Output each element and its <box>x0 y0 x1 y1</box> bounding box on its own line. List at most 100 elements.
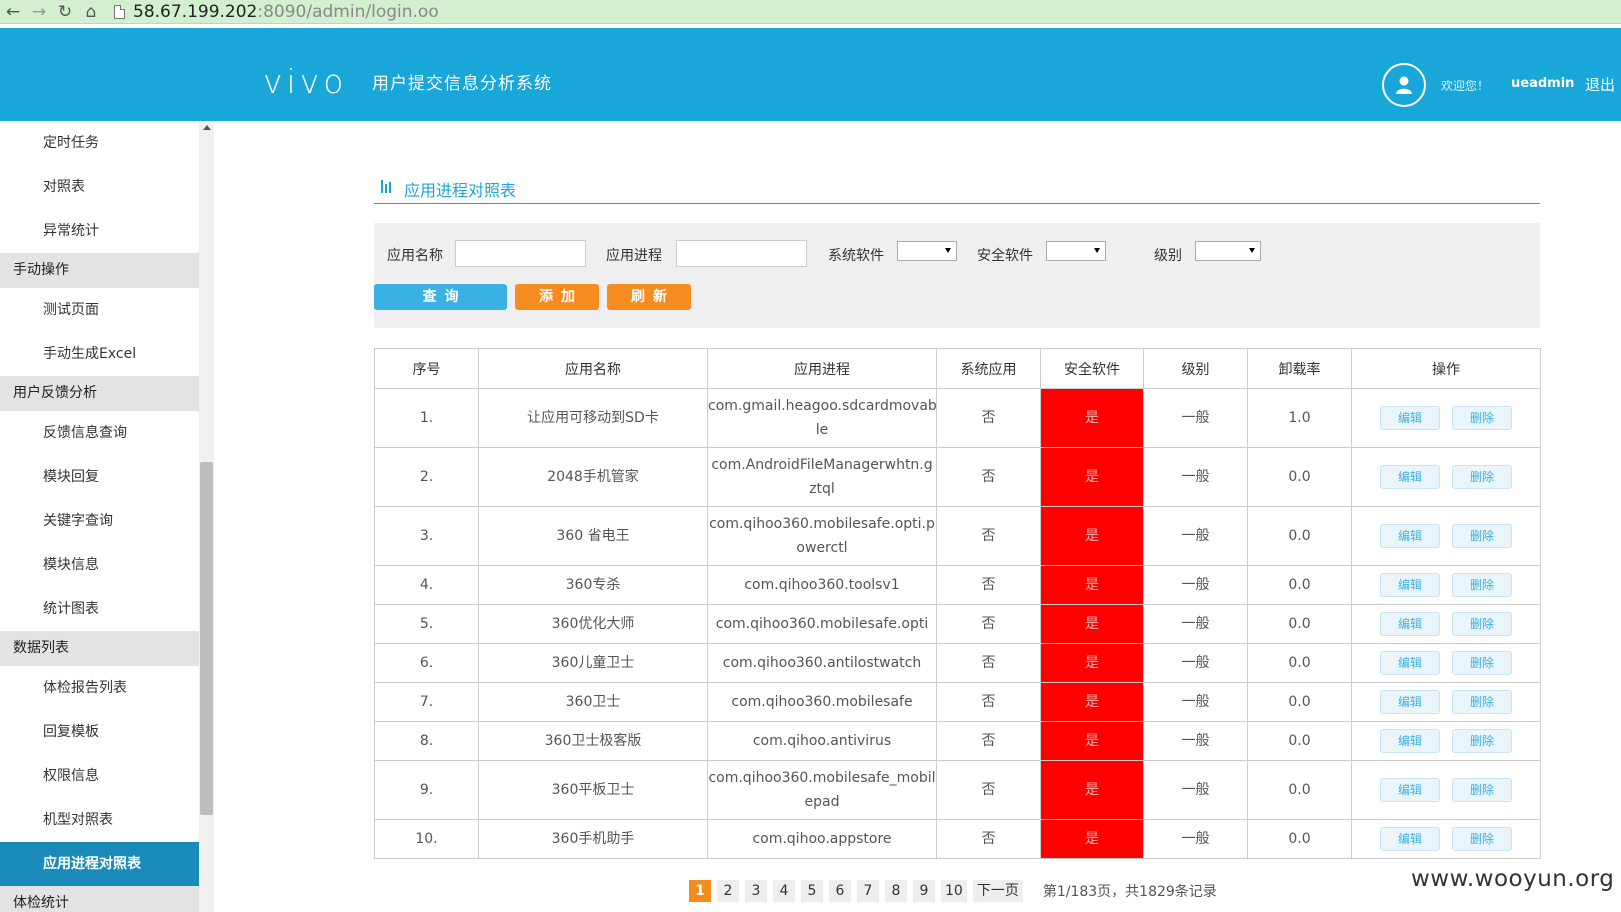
sidebar-item[interactable]: 模块信息 <box>0 543 199 587</box>
sidebar-group-header[interactable]: 数据列表 <box>0 631 199 666</box>
app-name-input[interactable] <box>455 240 586 267</box>
edit-button[interactable]: 编辑 <box>1380 524 1440 548</box>
scroll-thumb[interactable] <box>200 462 213 815</box>
sidebar-item[interactable]: 统计图表 <box>0 587 199 631</box>
section-header: 应用进程对照表 <box>374 174 1540 204</box>
address-bar[interactable]: 58.67.199.202:8090/admin/login.oo <box>114 0 439 24</box>
cell-level: 一般 <box>1143 721 1248 761</box>
sidebar-item[interactable]: 回复模板 <box>0 710 199 754</box>
cell-system: 否 <box>936 604 1041 644</box>
vivo-logo: vivo <box>263 62 348 101</box>
refresh-button[interactable]: 刷新 <box>607 284 691 310</box>
next-page-link[interactable]: 下一页 <box>972 880 1023 902</box>
page-2-link[interactable]: 2 <box>717 880 739 902</box>
edit-button[interactable]: 编辑 <box>1380 827 1440 851</box>
page-4-link[interactable]: 4 <box>773 880 795 902</box>
cell-uninstall: 0.0 <box>1247 682 1352 722</box>
sidebar-item[interactable]: 机型对照表 <box>0 798 199 842</box>
delete-button[interactable]: 删除 <box>1452 690 1512 714</box>
cell-level: 一般 <box>1143 447 1248 507</box>
delete-button[interactable]: 删除 <box>1452 729 1512 753</box>
query-button[interactable]: 查询 <box>374 284 507 310</box>
sidebar-group-header[interactable]: 手动操作 <box>0 253 199 288</box>
cell-security: 是 <box>1040 682 1144 722</box>
system-soft-select[interactable] <box>897 241 957 261</box>
sidebar-item[interactable]: 手动生成Excel <box>0 332 199 376</box>
page-8-link[interactable]: 8 <box>885 880 907 902</box>
sidebar-scrollbar[interactable] <box>199 121 214 912</box>
delete-button[interactable]: 删除 <box>1452 612 1512 636</box>
delete-button[interactable]: 删除 <box>1452 651 1512 675</box>
cell-security: 是 <box>1040 643 1144 683</box>
url-path: /admin/login.oo <box>306 1 439 22</box>
edit-button[interactable]: 编辑 <box>1380 406 1440 430</box>
page-10-link[interactable]: 10 <box>941 880 967 902</box>
edit-button[interactable]: 编辑 <box>1380 612 1440 636</box>
cell-actions: 编辑 删除 <box>1351 447 1541 507</box>
delete-button[interactable]: 删除 <box>1452 573 1512 597</box>
level-select[interactable] <box>1195 241 1261 261</box>
sidebar-item[interactable]: 权限信息 <box>0 754 199 798</box>
cell-security: 是 <box>1040 721 1144 761</box>
sidebar-item[interactable]: 关键字查询 <box>0 499 199 543</box>
sidebar-item[interactable]: 测试页面 <box>0 288 199 332</box>
security-soft-select[interactable] <box>1046 241 1106 261</box>
cell-no: 5. <box>374 604 479 644</box>
edit-button[interactable]: 编辑 <box>1380 573 1440 597</box>
edit-button[interactable]: 编辑 <box>1380 651 1440 675</box>
page-6-link[interactable]: 6 <box>829 880 851 902</box>
process-line: owerctl <box>796 540 848 556</box>
sidebar-item[interactable]: 对照表 <box>0 165 199 209</box>
page-9-link[interactable]: 9 <box>913 880 935 902</box>
edit-button[interactable]: 编辑 <box>1380 690 1440 714</box>
cell-level: 一般 <box>1143 643 1248 683</box>
cell-uninstall: 0.0 <box>1247 506 1352 566</box>
sidebar-group-header[interactable]: 用户反馈分析 <box>0 376 199 411</box>
col-header-no: 序号 <box>374 348 479 389</box>
cell-uninstall: 1.0 <box>1247 388 1352 448</box>
delete-button[interactable]: 删除 <box>1452 465 1512 489</box>
sidebar-item[interactable]: 模块回复 <box>0 455 199 499</box>
sidebar-group-header[interactable]: 体检统计 <box>0 886 199 912</box>
sidebar-item[interactable]: 定时任务 <box>0 121 199 165</box>
add-button[interactable]: 添加 <box>515 284 599 310</box>
system-soft-label: 系统软件 <box>828 248 884 264</box>
delete-button[interactable]: 删除 <box>1452 778 1512 802</box>
delete-button[interactable]: 删除 <box>1452 406 1512 430</box>
table-row: 10. 360手机助手 com.qihoo.appstore 否是一般 0.0 编辑 删除 <box>374 819 1541 859</box>
home-icon[interactable]: ⌂ <box>78 0 104 24</box>
edit-button[interactable]: 编辑 <box>1380 729 1440 753</box>
sidebar-item[interactable]: 反馈信息查询 <box>0 411 199 455</box>
cell-system: 否 <box>936 565 1041 605</box>
edit-button[interactable]: 编辑 <box>1380 465 1440 489</box>
section-title: 应用进程对照表 <box>404 181 517 200</box>
reload-icon[interactable]: ↻ <box>52 0 78 24</box>
dropdown-arrow-icon <box>1249 248 1255 253</box>
cell-app-name: 2048手机管家 <box>478 447 708 507</box>
cell-actions: 编辑 删除 <box>1351 643 1541 683</box>
forward-arrow-icon[interactable]: → <box>26 0 52 24</box>
sidebar-item[interactable]: 体检报告列表 <box>0 666 199 710</box>
sidebar-item[interactable]: 异常统计 <box>0 209 199 253</box>
page: ← → ↻ ⌂ 58.67.199.202:8090/admin/login.o… <box>0 0 1621 912</box>
delete-button[interactable]: 删除 <box>1452 827 1512 851</box>
delete-button[interactable]: 删除 <box>1452 524 1512 548</box>
cell-uninstall: 0.0 <box>1247 721 1352 761</box>
page-3-link[interactable]: 3 <box>745 880 767 902</box>
back-arrow-icon[interactable]: ← <box>0 0 26 24</box>
sidebar-item[interactable]: 应用进程对照表 <box>0 842 199 886</box>
logout-link[interactable]: 退出 <box>1585 74 1615 95</box>
edit-button[interactable]: 编辑 <box>1380 778 1440 802</box>
security-soft-label: 安全软件 <box>977 248 1033 264</box>
cell-security: 是 <box>1040 760 1144 820</box>
page-1-link[interactable]: 1 <box>689 880 711 902</box>
page-7-link[interactable]: 7 <box>857 880 879 902</box>
scroll-up-arrow-icon[interactable] <box>203 125 211 130</box>
table-row: 2. 2048手机管家 com.AndroidFileManagerwhtn.g zt… <box>374 447 1541 507</box>
cell-actions: 编辑 删除 <box>1351 721 1541 761</box>
cell-process: com.qihoo.appstore <box>707 819 937 859</box>
pagination: 1 2 3 4 5 6 7 8 9 10 下一页 第1/183页，共1829条记录 <box>689 880 1217 902</box>
process-input[interactable] <box>676 240 807 267</box>
process-line: com.qihoo360.mobilesafe_mobil <box>708 770 936 786</box>
page-5-link[interactable]: 5 <box>801 880 823 902</box>
